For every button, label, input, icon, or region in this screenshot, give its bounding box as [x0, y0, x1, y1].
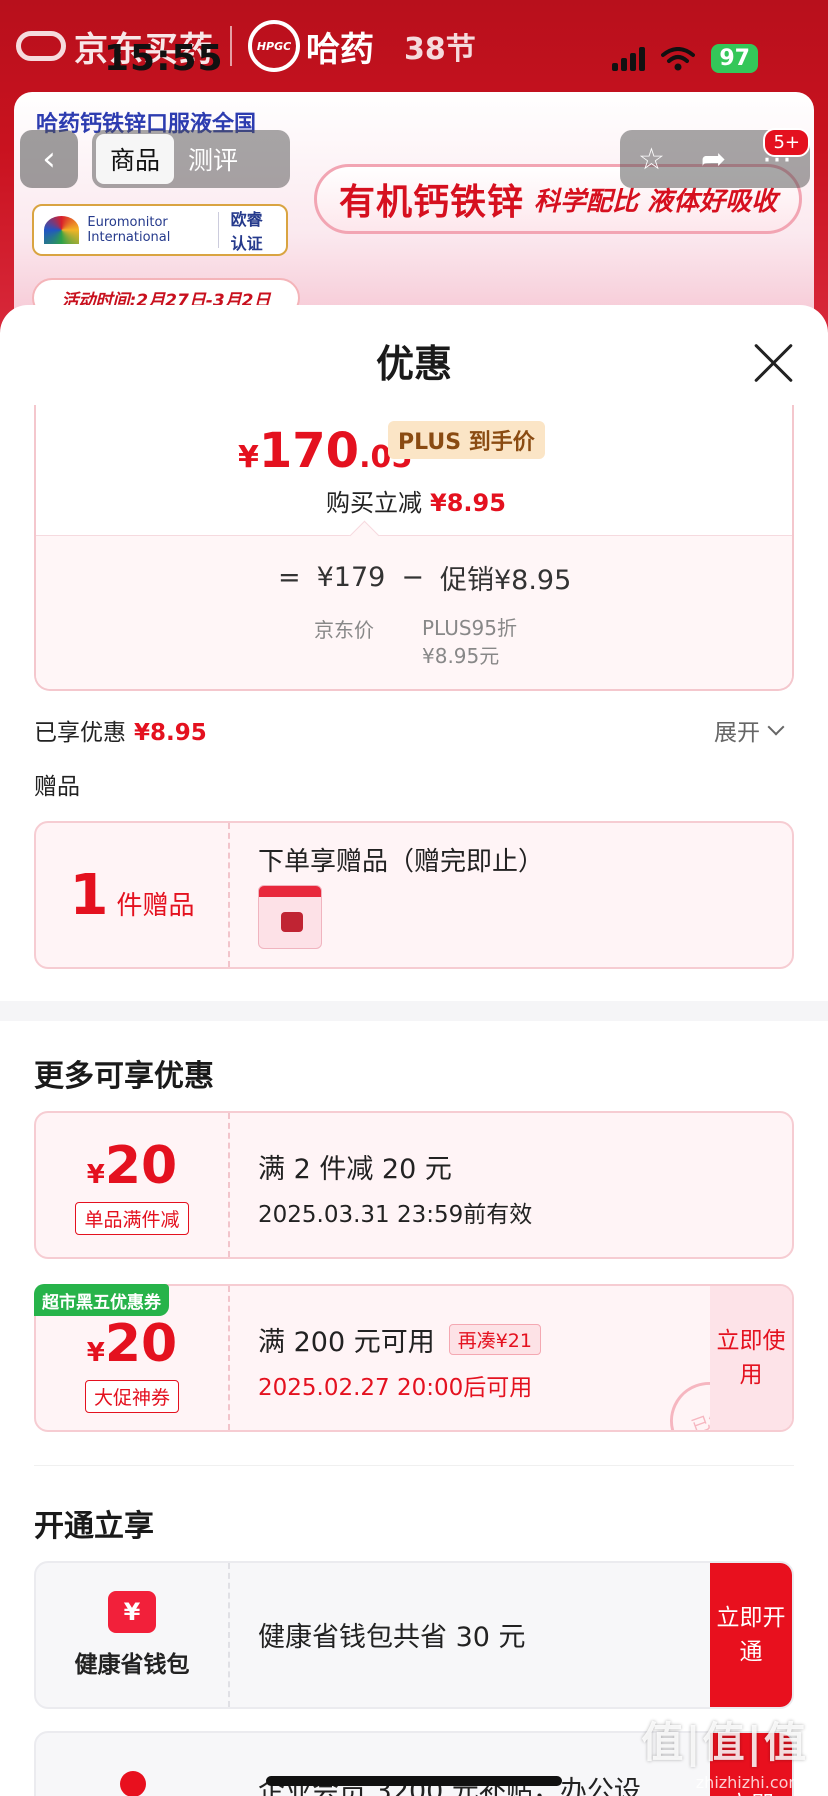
price-formula: = ¥179 − 促销¥8.95	[278, 558, 571, 597]
star-icon[interactable]: ☆	[638, 142, 665, 177]
wifi-icon	[661, 46, 696, 70]
coupon-condition: 满 2 件减 20 元	[258, 1154, 452, 1185]
gift-title: 下单享赠品（赠完即止）	[258, 847, 545, 877]
discount-sheet: 优惠 ¥ 170 .05 PLUS 到手价 购买立减 ¥8.95 = ¥179 −…	[0, 305, 828, 1796]
back-button[interactable]: ‹	[20, 130, 78, 188]
price-summary: ¥ 170 .05 PLUS 到手价 购买立减 ¥8.95	[36, 405, 792, 535]
coupon-validity: 2025.02.27 20:00后可用	[258, 1375, 533, 1401]
home-indicator[interactable]	[266, 1776, 562, 1786]
battery-indicator: 97	[711, 44, 758, 73]
chevron-down-icon	[767, 718, 785, 736]
coupon-card[interactable]: ¥ 20 单品满件减 满 2 件减 20 元 2025.03.31 23:59前…	[34, 1111, 794, 1259]
promo-card: 哈药钙铁锌口服液全国 有机钙铁锌 科学配比 液体好吸收 Euromonitor …	[14, 92, 814, 328]
euromonitor-name: Euromonitor International	[87, 215, 171, 245]
jd-price-label: 京东价	[314, 618, 374, 642]
tab-review[interactable]: 测评	[174, 141, 252, 177]
festival-label: 38节	[404, 32, 476, 67]
status-icons: 97	[612, 44, 758, 73]
share-icon[interactable]: ➦	[701, 142, 726, 177]
brand-divider	[230, 26, 232, 66]
price-breakdown: = ¥179 − 促销¥8.95 京东价 PLUS95折 ¥8.95元	[36, 535, 792, 689]
add-more-tag: 再凑¥21	[448, 1324, 541, 1355]
divider	[34, 1465, 794, 1466]
watermark: 值|值|值	[641, 1718, 808, 1767]
price-card: ¥ 170 .05 PLUS 到手价 购买立减 ¥8.95 = ¥179 − 促销…	[34, 405, 794, 691]
gift-thumbnail[interactable]	[258, 885, 322, 949]
black-friday-ribbon: 超市黑五优惠券	[34, 1284, 169, 1316]
more-discounts-title: 更多可享优惠	[34, 1059, 214, 1094]
certification-label: 欧睿认证	[230, 210, 263, 253]
expand-button[interactable]: 展开	[714, 713, 785, 747]
gift-card[interactable]: 1 件赠品 下单享赠品（赠完即止）	[34, 821, 794, 969]
euromonitor-logo-icon	[44, 216, 80, 244]
person-icon	[120, 1771, 146, 1796]
coupon-condition: 满 200 元可用 再凑¥21	[258, 1320, 541, 1359]
coupon-amount: ¥ 20	[86, 1313, 178, 1374]
coupon-type-tag: 单品满件减	[75, 1201, 189, 1235]
watermark-url: zhizhizhi.com	[695, 1773, 804, 1792]
gift-section-label: 赠品	[34, 774, 80, 800]
section-divider	[0, 1001, 828, 1021]
status-time: 15:55	[104, 38, 224, 79]
enjoyed-discount: 已享优惠 ¥8.95	[34, 720, 207, 746]
wallet-label: 健康省钱包	[74, 1652, 190, 1678]
promo-amount: 促销¥8.95	[439, 565, 572, 596]
wallet-card[interactable]: ¥ 健康省钱包 健康省钱包共省 30 元 立即开通	[34, 1561, 794, 1709]
coupon-type-tag: 大促神券	[84, 1379, 179, 1413]
product-banner: 京东买药 HPGC 哈药 38节 15:55 97 哈药钙铁锌口服液全国 有机钙…	[0, 0, 828, 330]
gift-count: 1 件赠品	[69, 862, 195, 928]
nav-tabs: 商品 测评	[92, 130, 290, 188]
plus-discount-detail: PLUS95折 ¥8.95元	[422, 616, 517, 668]
jd-price: ¥179	[316, 562, 386, 593]
signal-icon	[612, 46, 646, 71]
final-price: ¥ 170 .05	[238, 423, 413, 479]
instant-reduction: 购买立减 ¥8.95	[326, 489, 506, 517]
hapc-logo-icon: HPGC	[248, 20, 300, 72]
coupon-validity: 2025.03.31 23:59前有效	[258, 1202, 533, 1228]
wallet-savings-text: 健康省钱包共省 30 元	[258, 1622, 526, 1653]
cart-count-badge: 5+	[763, 128, 810, 157]
promo-headline-text: 有机钙铁锌	[339, 182, 525, 223]
sheet-title: 优惠	[375, 342, 452, 386]
euromonitor-badge: Euromonitor International 欧睿认证	[32, 204, 288, 256]
partner-name: 哈药	[306, 29, 374, 70]
tab-product[interactable]: 商品	[96, 134, 175, 184]
open-benefits-title: 开通立享	[34, 1509, 154, 1544]
plus-price-tag: PLUS 到手价	[388, 421, 545, 459]
use-now-button[interactable]: 立即使用	[710, 1286, 792, 1430]
close-icon[interactable]	[752, 341, 796, 385]
open-now-button[interactable]: 立即开通	[710, 1563, 792, 1707]
coupon-amount: ¥ 20	[86, 1135, 178, 1196]
wallet-icon: ¥	[108, 1591, 156, 1633]
jd-logo-icon	[16, 31, 66, 61]
